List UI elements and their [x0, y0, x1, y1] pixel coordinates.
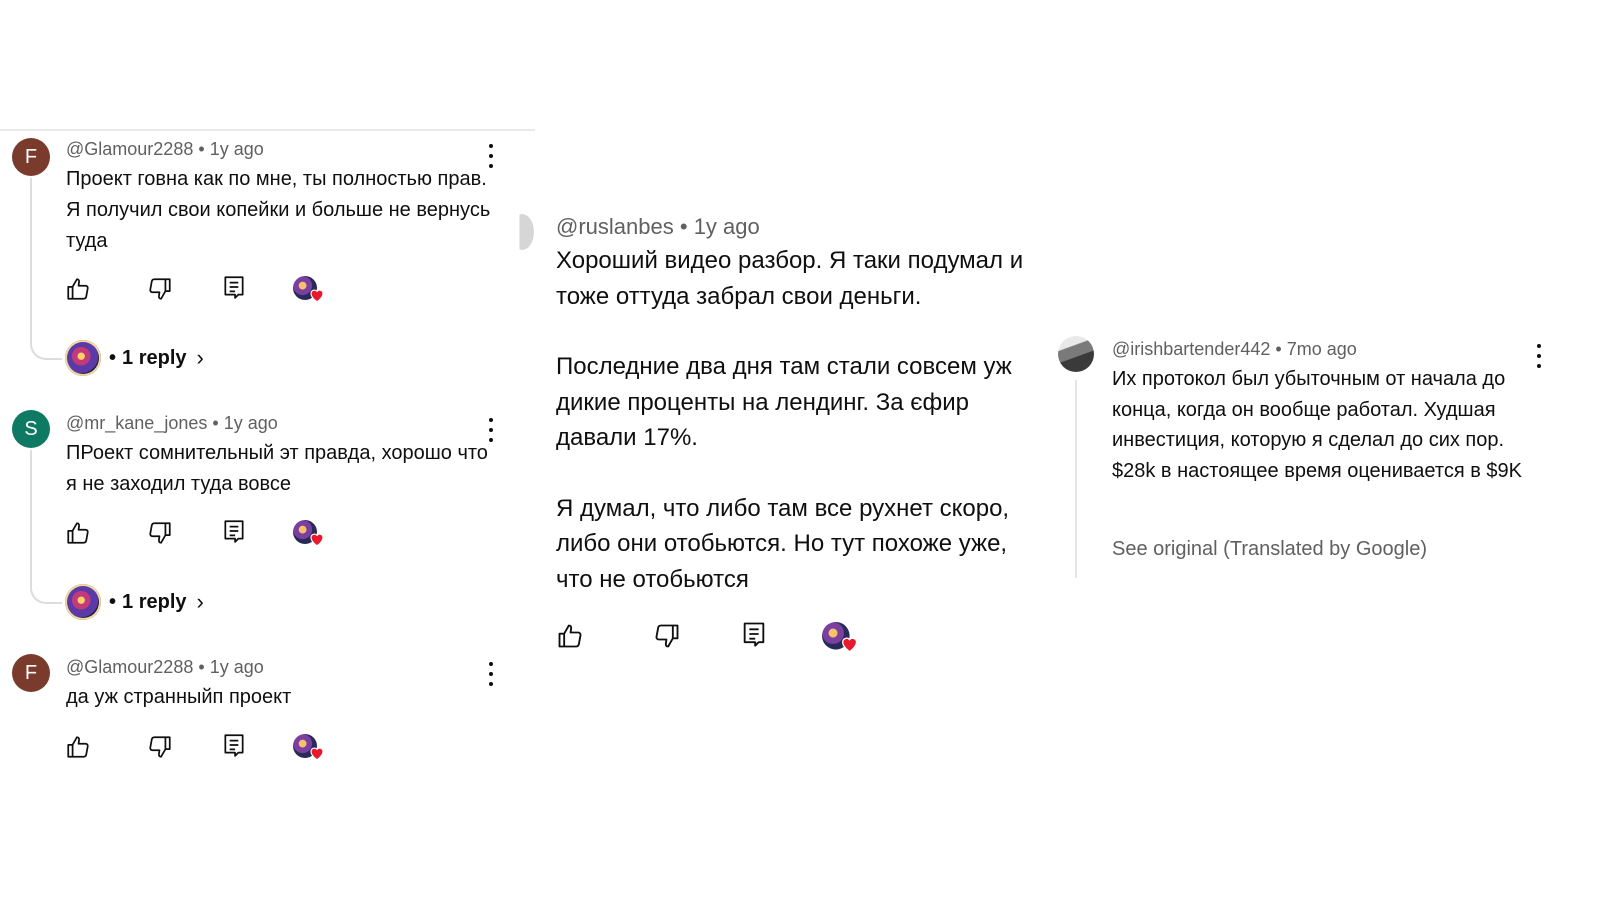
thumbs-down-icon[interactable]	[653, 622, 681, 650]
comment-author[interactable]: @mr_kane_jones	[66, 413, 207, 433]
comment-time[interactable]: 1y ago	[224, 413, 278, 433]
avatar-letter: S	[24, 417, 38, 440]
comment-meta: @Glamour2288 • 1y ago	[66, 657, 264, 678]
comment-text: да уж странныйп проект	[66, 686, 292, 708]
thumbs-down-icon[interactable]	[147, 276, 173, 302]
view-replies-button[interactable]: • 1 reply ›	[65, 584, 204, 620]
comment-text: Проект говна как по мне, ты полностью пр…	[66, 168, 491, 252]
avatar[interactable]: S	[12, 410, 50, 448]
comment-meta: @Glamour2288 • 1y ago	[66, 139, 264, 160]
comment-author[interactable]: @ruslanbes	[556, 214, 674, 239]
comment-time[interactable]: 1y ago	[210, 657, 264, 677]
reply-avatar	[65, 584, 101, 620]
thumbs-up-icon[interactable]	[556, 622, 584, 650]
thumbs-up-icon[interactable]	[65, 276, 91, 302]
thread-line	[30, 450, 32, 582]
avatar[interactable]: F	[12, 138, 50, 176]
avatar-letter: F	[24, 145, 38, 168]
reply-bullet: •	[109, 590, 117, 613]
chevron-right-icon: ›	[196, 589, 204, 614]
comment-time[interactable]: 7mo ago	[1287, 339, 1357, 359]
comment-text: Хороший видео разбор. Я таки подумал и т…	[556, 243, 1046, 597]
thread-line	[1075, 380, 1077, 578]
comment-meta: @irishbartender442 • 7mo ago	[1112, 339, 1357, 360]
comment-paragraph: Последние два дня там стали совсем уж ди…	[556, 353, 1012, 451]
creator-heart-icon	[822, 622, 861, 657]
meta-separator: •	[212, 413, 219, 433]
reply-icon[interactable]	[221, 732, 247, 758]
reply-count: 1 reply	[122, 590, 187, 613]
comment-paragraph: Хороший видео разбор. Я таки подумал и т…	[556, 247, 1024, 310]
thread-connector	[30, 338, 62, 360]
see-original-link[interactable]: See original (Translated by Google)	[1112, 538, 1427, 561]
comment-author[interactable]: @Glamour2288	[66, 657, 193, 677]
comment-paragraph: Я думал, что либо там все рухнет скоро, …	[556, 494, 1010, 593]
comment-time[interactable]: 1y ago	[694, 214, 760, 239]
thumbs-down-icon[interactable]	[147, 734, 173, 760]
view-replies-button[interactable]: • 1 reply ›	[65, 340, 204, 376]
meta-separator: •	[198, 657, 205, 677]
avatar-letter: F	[24, 661, 38, 684]
thread-connector	[30, 582, 62, 604]
avatar[interactable]	[510, 214, 534, 250]
chevron-right-icon: ›	[196, 345, 204, 370]
meta-separator: •	[1275, 339, 1282, 359]
comment-author[interactable]: @irishbartender442	[1112, 339, 1270, 359]
comment-text: ПРоект сомнительный эт правда, хорошо чт…	[66, 442, 488, 495]
thumbs-up-icon[interactable]	[65, 520, 91, 546]
comment-author[interactable]: @Glamour2288	[66, 139, 193, 159]
creator-heart-icon	[293, 276, 327, 306]
comment-text: Их протокол был убыточным от начала до к…	[1112, 368, 1522, 482]
creator-heart-icon	[293, 520, 327, 550]
comment-time[interactable]: 1y ago	[210, 139, 264, 159]
comment-meta: @ruslanbes • 1y ago	[556, 214, 760, 240]
reply-icon[interactable]	[221, 274, 247, 300]
creator-heart-icon	[293, 734, 327, 764]
reply-icon[interactable]	[740, 620, 768, 648]
avatar[interactable]: F	[12, 654, 50, 692]
top-divider	[0, 129, 535, 131]
meta-separator: •	[198, 139, 205, 159]
reply-avatar	[65, 340, 101, 376]
thumbs-up-icon[interactable]	[65, 734, 91, 760]
reply-count: 1 reply	[122, 346, 187, 369]
thumbs-down-icon[interactable]	[147, 520, 173, 546]
avatar[interactable]	[1058, 336, 1094, 372]
thread-line	[30, 178, 32, 338]
reply-icon[interactable]	[221, 518, 247, 544]
reply-bullet: •	[109, 346, 117, 369]
meta-separator: •	[679, 214, 688, 239]
comment-meta: @mr_kane_jones • 1y ago	[66, 413, 278, 434]
